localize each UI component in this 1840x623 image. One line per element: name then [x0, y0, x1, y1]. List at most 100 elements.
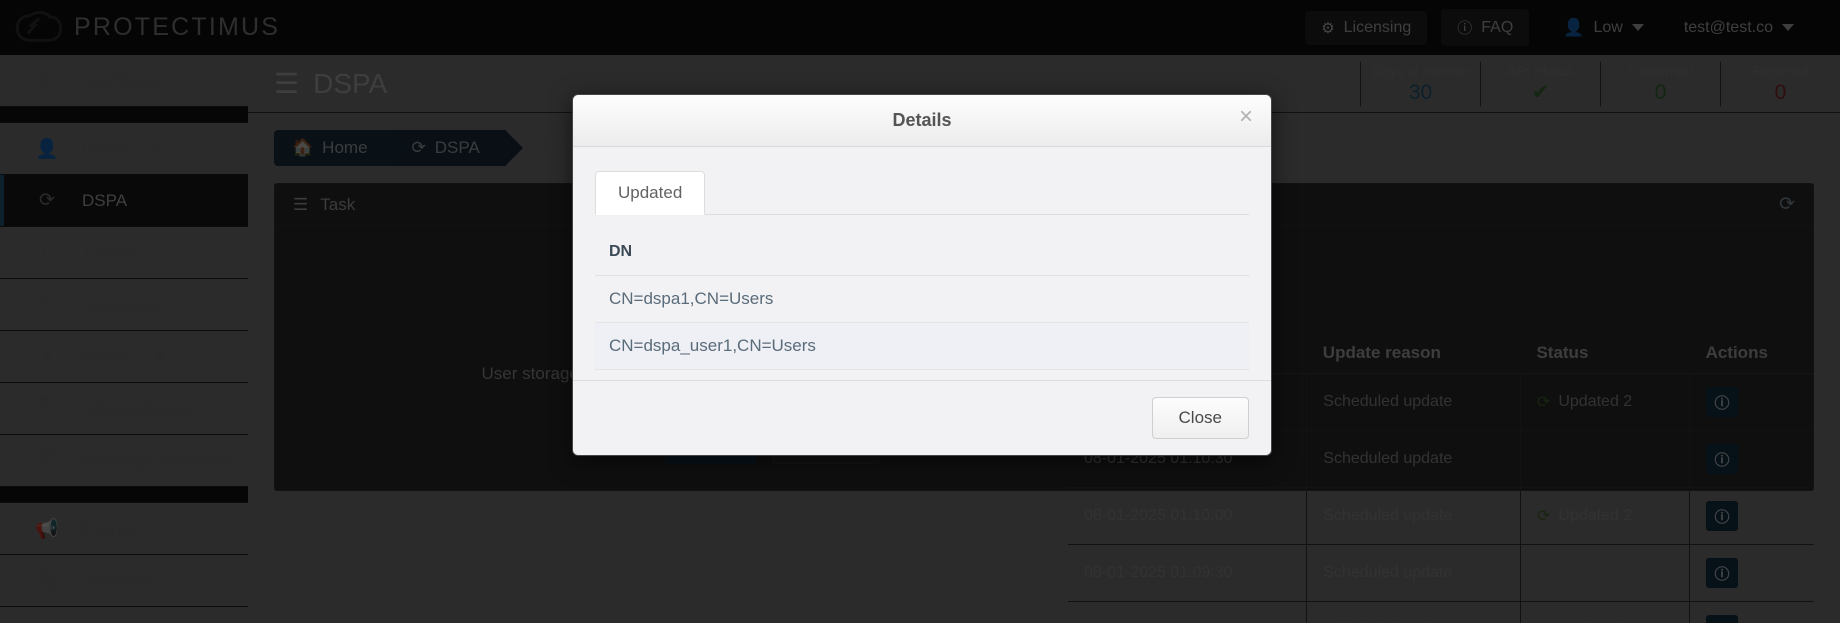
- modal-title: Details: [892, 110, 952, 130]
- user-icon: 👤: [1563, 17, 1585, 37]
- status-text: Updated 2: [1558, 507, 1633, 524]
- funnel-icon: ▼: [37, 345, 57, 367]
- faq-label: FAQ: [1481, 18, 1514, 36]
- licensing-label: Licensing: [1343, 18, 1412, 36]
- home-icon: 🏠: [292, 138, 314, 157]
- sidebar-item-statistics[interactable]: ▚ Statistics: [0, 555, 248, 607]
- cell-reason: Scheduled update: [1306, 487, 1521, 545]
- faq-button[interactable]: ⓘ FAQ: [1441, 9, 1530, 46]
- table-row: 08-01-2025 01:09:00 Scheduled update ⟳ U…: [1068, 601, 1814, 623]
- cell-actions: ⓘ: [1689, 601, 1814, 623]
- table-row: 08-01-2025 01:09:30 Scheduled update ⓘ: [1068, 544, 1814, 602]
- cell-status: [1520, 430, 1691, 488]
- task-panel-title: Task: [320, 194, 356, 214]
- breadcrumb-item-home[interactable]: 🏠 Home: [274, 130, 410, 166]
- cell-reason: Scheduled update: [1306, 544, 1521, 602]
- cell-status: ⟳ Updated 2: [1520, 601, 1691, 623]
- top-bar: PROTECTIMUS ⚙ Licensing ⓘ FAQ 👤 Low test: [0, 0, 1840, 55]
- info-icon[interactable]: ⓘ: [1706, 444, 1739, 474]
- stats-bar: Days of Service 30 API Status ✔ Confirme…: [1360, 55, 1840, 113]
- sync-icon: ⟳: [39, 190, 55, 211]
- cell-status: [1520, 544, 1691, 602]
- cell-status: ⟳ Updated 2: [1520, 487, 1691, 545]
- info-icon[interactable]: ⓘ: [1706, 501, 1739, 531]
- sidebar-item-label: DSPA: [82, 190, 128, 210]
- sidebar-item-label: Dashboard: [82, 70, 166, 90]
- breadcrumb-label: DSPA: [434, 138, 480, 157]
- megaphone-icon: 📢: [35, 518, 59, 540]
- security-level-label: Low: [1593, 18, 1623, 36]
- dn-table-header-row: DN: [595, 243, 1249, 276]
- security-level-menu[interactable]: 👤 Low: [1543, 18, 1664, 38]
- cell-actions: ⓘ: [1689, 430, 1814, 488]
- col-status[interactable]: Status: [1520, 333, 1690, 374]
- server-list-icon: ☰: [293, 194, 309, 214]
- tab-updated[interactable]: Updated: [595, 171, 706, 215]
- app-root: PROTECTIMUS ⚙ Licensing ⓘ FAQ 👤 Low test: [0, 0, 1840, 623]
- stat-value: 0: [1774, 80, 1787, 104]
- document-icon: 🖹: [39, 448, 55, 470]
- sync-icon: ⟳: [1536, 508, 1551, 525]
- stat-label: API Status: [1507, 62, 1574, 79]
- sidebar-item-administrators[interactable]: ▘ Administrators: [0, 383, 248, 435]
- edit-square-icon: ✎: [39, 294, 55, 315]
- sidebar-divider: [0, 487, 248, 503]
- cloud-arrows-logo-icon: [15, 10, 63, 42]
- sidebar-item-tokens[interactable]: ▯ Tokens: [0, 227, 248, 279]
- info-icon[interactable]: ⓘ: [1706, 558, 1739, 588]
- breadcrumb-label: Home: [322, 138, 368, 157]
- dn-table-row: CN=dspa_user1,CN=Users: [595, 322, 1249, 370]
- col-dn: DN: [595, 243, 1249, 276]
- close-icon[interactable]: ×: [1239, 105, 1253, 129]
- sidebar-item-filters[interactable]: ▼ Filters: [0, 331, 248, 383]
- tablet-icon: ▯: [41, 242, 53, 263]
- sidebar-item-label: Statistics: [82, 570, 151, 590]
- refresh-icon[interactable]: ⟳: [1779, 193, 1795, 216]
- cell-status: ⟳ Updated 2: [1520, 373, 1691, 431]
- top-bar-right: ⚙ Licensing ⓘ FAQ 👤 Low test@test.co: [1305, 0, 1840, 55]
- page-title-label: DSPA: [313, 67, 388, 99]
- sidebar-item-users[interactable]: 👤 Users: [0, 123, 248, 175]
- stat-value: ✔: [1531, 80, 1550, 104]
- account-menu[interactable]: test@test.co: [1664, 19, 1814, 37]
- sync-icon: ⟳: [1536, 394, 1551, 411]
- stat-api-status: API Status ✔: [1480, 61, 1600, 107]
- stat-value: 30: [1408, 80, 1433, 104]
- dn-table-row: CN=dspa1,CN=Users: [595, 275, 1249, 323]
- sidebar-item-dspa[interactable]: ⟳ DSPA: [0, 175, 248, 227]
- brand-name: PROTECTIMUS: [74, 13, 281, 41]
- sidebar-item-message-templates[interactable]: 🖹 Message templates: [0, 435, 248, 487]
- user-icon: 👤: [35, 138, 59, 160]
- sidebar-item-label: Administrators: [82, 398, 191, 418]
- stat-confirmed: Confirmed 0: [1600, 61, 1720, 107]
- bar-chart-icon: ▘: [39, 398, 55, 419]
- modal-header: Details ×: [573, 95, 1271, 147]
- chevron-down-icon: [1631, 24, 1644, 31]
- info-icon[interactable]: ⓘ: [1706, 387, 1739, 417]
- modal-footer: Close: [573, 380, 1271, 455]
- brand-logo-area[interactable]: PROTECTIMUS: [0, 0, 278, 55]
- sync-icon: ⟳: [411, 138, 426, 157]
- stat-rejected: Rejected 0: [1720, 61, 1840, 107]
- stat-label: Days of Service: [1371, 62, 1470, 79]
- cell-actions: ⓘ: [1689, 487, 1814, 545]
- sidebar-item-label: Users: [82, 138, 127, 158]
- dn-table: DN CN=dspa1,CN=Users CN=dspa_user1,CN=Us…: [595, 243, 1249, 370]
- close-button[interactable]: Close: [1151, 397, 1249, 439]
- sidebar-divider: [0, 107, 248, 123]
- licensing-button[interactable]: ⚙ Licensing: [1305, 10, 1428, 45]
- cell-actions: ⓘ: [1689, 544, 1814, 602]
- info-icon[interactable]: ⓘ: [1706, 615, 1739, 623]
- gear-icon: ⚙: [1321, 19, 1335, 37]
- modal-tabs: Updated: [595, 171, 1249, 215]
- sidebar-item-resources[interactable]: ✎ Resources: [0, 279, 248, 331]
- sidebar-item-events[interactable]: 📢 Events: [0, 503, 248, 555]
- sidebar-item-label: Events: [82, 518, 134, 538]
- info-circle-icon: ⓘ: [1457, 20, 1473, 37]
- cell-actions: ⓘ: [1689, 373, 1814, 431]
- table-row: 08-01-2025 01:10:00 Scheduled update ⟳ U…: [1068, 487, 1814, 545]
- dashboard-icon: ☀: [38, 70, 56, 91]
- sidebar-item-label: Message templates: [82, 450, 230, 470]
- sidebar-item-dashboard[interactable]: ☀ Dashboard: [0, 55, 248, 107]
- col-update-reason[interactable]: Update reason: [1306, 333, 1521, 374]
